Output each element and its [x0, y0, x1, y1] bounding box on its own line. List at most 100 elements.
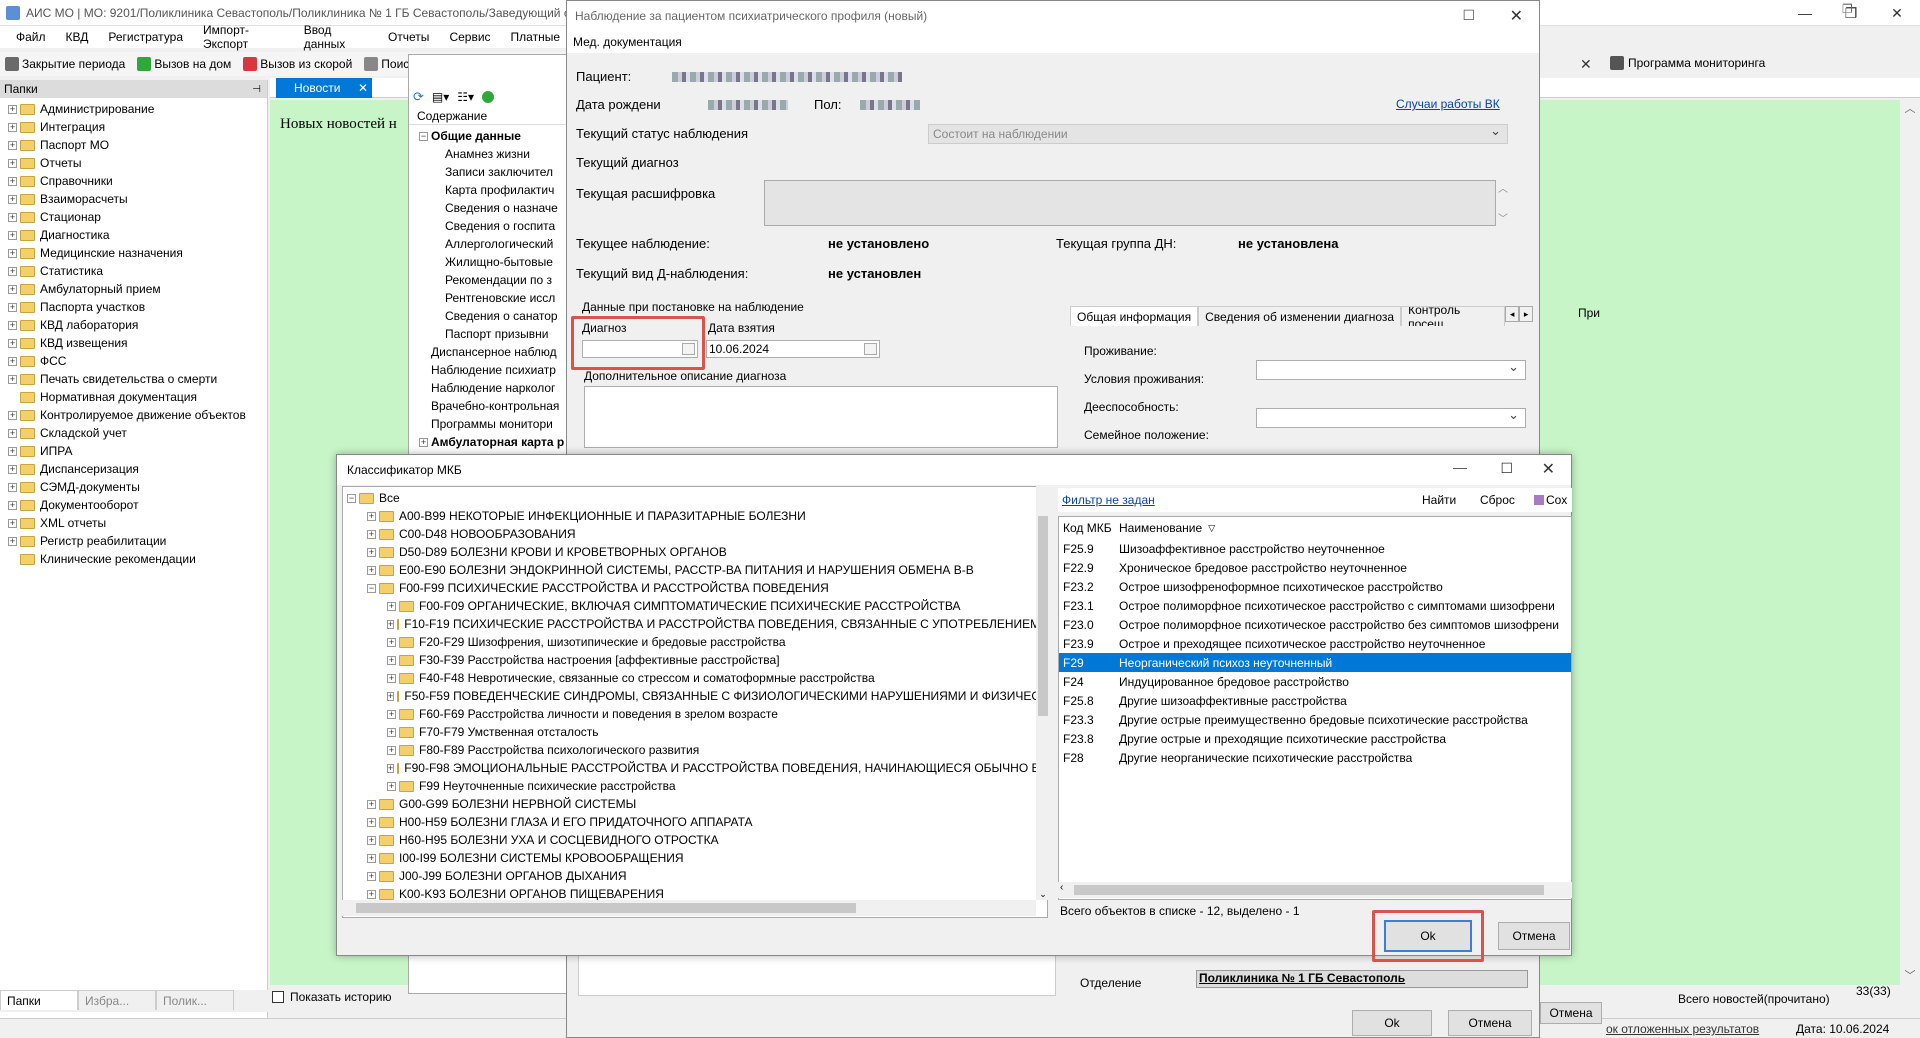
content-tree-item[interactable]: Рекомендации по з [419, 271, 567, 289]
expand-icon[interactable]: + [8, 122, 17, 132]
content-tree-item[interactable]: Наблюдение психиатр [419, 361, 567, 379]
tab-visit-control[interactable]: Контроль посещ [1401, 306, 1506, 326]
mkb-tree-item[interactable]: + F80-F89 Расстройства психологического р… [347, 741, 1047, 759]
pin-icon[interactable]: ⊣ [252, 84, 261, 95]
folder-item[interactable]: + Контролируемое движение объектов [8, 406, 267, 424]
mkb-list-hscroll[interactable]: ‹ [1058, 882, 1572, 898]
behind-cancel-button[interactable]: Отмена [1540, 1002, 1602, 1024]
mkb-tree-item[interactable]: + F40-F48 Невротические, связанные со стр… [347, 669, 1047, 687]
expand-icon[interactable]: + [387, 637, 396, 647]
right-field-select[interactable] [1256, 407, 1526, 428]
monitoring-program-button[interactable]: Программа мониторинга [1610, 56, 1765, 70]
mkb-tree-item[interactable]: + F90-F98 ЭМОЦИОНАЛЬНЫЕ РАССТРОЙСТВА И РА… [347, 759, 1047, 777]
expand-icon[interactable]: + [387, 655, 396, 665]
info-icon[interactable] [482, 91, 495, 103]
folder-item[interactable]: + Отчеты [8, 154, 267, 172]
mkb-list-scroll-left-icon[interactable]: ‹ [1060, 882, 1063, 893]
expand-icon[interactable]: − [367, 583, 376, 593]
scroll-down-icon[interactable]: ﹀ [1900, 967, 1920, 983]
menu-item[interactable]: Файл [6, 30, 56, 44]
folder-item[interactable]: + Регистр реабилитации [8, 532, 267, 550]
mkb-cancel-button[interactable]: Отмена [1498, 922, 1570, 950]
mkb-tree-item[interactable]: + A00-B99 НЕКОТОРЫЕ ИНФЕКЦИОННЫЕ И ПАРАЗИ… [347, 507, 1047, 525]
col-name-header[interactable]: Наименование ▽ [1119, 521, 1215, 535]
main-window-restore-icon[interactable]: ❐ [1842, 2, 1853, 16]
close-icon[interactable]: ✕ [1874, 0, 1920, 26]
mkb-tree-item[interactable]: + H60-H95 БОЛЕЗНИ УХА И СОСЦЕВИДНОГО ОТРО… [347, 831, 1047, 849]
folder-item[interactable]: + Диспансеризация [8, 460, 267, 478]
expand-icon[interactable]: + [387, 781, 396, 791]
tab-polyclinic[interactable]: Полик... [156, 990, 234, 1010]
mkb-tree-item[interactable]: + F70-F79 Умственная отсталость [347, 723, 1047, 741]
expand-icon[interactable]: + [367, 835, 376, 845]
date-input[interactable]: 10.06.2024 [706, 340, 880, 358]
col-code-header[interactable]: Код МКБ [1059, 521, 1119, 535]
content-tree-item[interactable]: Паспорт призывни [419, 325, 567, 343]
content-tree-item[interactable]: Записи заключител [419, 163, 567, 181]
news-scrollbar[interactable]: ︿ ﹀ [1900, 100, 1920, 985]
filter-link[interactable]: Фильтр не задан [1058, 493, 1155, 507]
content-tree-item[interactable]: Сведения о госпита [419, 217, 567, 235]
mkb-tree-item[interactable]: + H00-H59 БОЛЕЗНИ ГЛАЗА И ЕГО ПРИДАТОЧНОГ… [347, 813, 1047, 831]
expand-icon[interactable]: + [8, 176, 17, 186]
mkb-list-row[interactable]: F22.9 Хроническое бредовое расстройство н… [1059, 558, 1571, 577]
menu-item[interactable]: Платные [501, 30, 570, 44]
expand-icon[interactable]: + [8, 410, 17, 420]
folder-item[interactable]: + Справочники [8, 172, 267, 190]
find-button[interactable]: Найти [1422, 493, 1456, 507]
expand-icon[interactable]: + [367, 853, 376, 863]
mkb-tree-item[interactable]: + I00-I99 БОЛЕЗНИ СИСТЕМЫ КРОВООБРАЩЕНИЯ [347, 849, 1047, 867]
expand-icon[interactable]: + [8, 140, 17, 150]
right-field-select[interactable] [1256, 359, 1526, 380]
expand-icon[interactable]: + [8, 338, 17, 348]
mkb-list-row[interactable]: F23.2 Острое шизофреноформное психотическ… [1059, 577, 1571, 596]
expand-icon[interactable]: + [8, 518, 17, 528]
folder-item[interactable]: + Амбулаторный прием [8, 280, 267, 298]
expand-icon[interactable]: + [8, 356, 17, 366]
refresh-icon[interactable]: ⟳ [413, 89, 424, 105]
content-tree-item[interactable]: Программы монитори [419, 415, 567, 433]
mkb-tree-scroll-down-icon[interactable]: ⌄ [1036, 889, 1050, 900]
mkb-tree-item[interactable]: + D50-D89 БОЛЕЗНИ КРОВИ И КРОВЕТВОРНЫХ ОР… [347, 543, 1047, 561]
expand-icon[interactable]: + [8, 302, 17, 312]
observation-ok-button[interactable]: Ok [1352, 1010, 1432, 1036]
folder-item[interactable]: + КВД лаборатория [8, 316, 267, 334]
expand-icon[interactable]: + [367, 529, 376, 539]
expand-icon[interactable]: + [367, 565, 376, 575]
expand-icon[interactable]: + [8, 374, 17, 384]
expand-icon[interactable]: + [387, 619, 395, 629]
save-button[interactable]: Сох [1534, 493, 1567, 507]
folder-item[interactable]: + ФСС [8, 352, 267, 370]
tab-folders[interactable]: Папки [0, 990, 78, 1010]
content-tree-item[interactable]: − Общие данные [419, 127, 567, 145]
folder-item[interactable]: + Стационар [8, 208, 267, 226]
calendar-picker-icon[interactable] [864, 343, 877, 355]
folder-item[interactable]: + Диагностика [8, 226, 267, 244]
folder-item[interactable]: + ИПРА [8, 442, 267, 460]
mkb-tree-item[interactable]: + F30-F39 Расстройства настроения [аффект… [347, 651, 1047, 669]
expand-icon[interactable]: + [367, 871, 376, 881]
expand-icon[interactable]: + [8, 446, 17, 456]
tree-options-icon[interactable]: ☷▾ [457, 90, 474, 104]
expand-icon[interactable]: + [8, 158, 17, 168]
expand-icon[interactable]: + [367, 817, 376, 827]
tab-scroll-left-icon[interactable]: ◂ [1505, 306, 1520, 322]
content-tree-item[interactable]: Рентгеновские иссл [419, 289, 567, 307]
mkb-tree-item[interactable]: − F00-F99 ПСИХИЧЕСКИЕ РАССТРОЙСТВА И РАСС… [347, 579, 1047, 597]
mkb-list-row[interactable]: F23.1 Острое полиморфное психотическое ра… [1059, 596, 1571, 615]
tab-general-info[interactable]: Общая информация [1070, 306, 1199, 326]
folder-item[interactable]: + СЭМД-документы [8, 478, 267, 496]
news-tab[interactable]: Новости ✕ [276, 78, 372, 98]
content-tree-item[interactable]: Сведения о назначе [419, 199, 567, 217]
mkb-tree-scroll-thumb[interactable] [1038, 516, 1048, 716]
decode-scroll-down-icon[interactable]: ﹀ [1498, 210, 1508, 225]
expand-icon[interactable]: + [8, 320, 17, 330]
content-tree-item[interactable]: Наблюдение нарколог [419, 379, 567, 397]
mkb-ok-button[interactable]: Ok [1384, 920, 1472, 952]
expand-icon[interactable]: + [387, 601, 396, 611]
scroll-up-icon[interactable]: ︿ [1900, 100, 1920, 116]
folder-item[interactable]: + Интеграция [8, 118, 267, 136]
expand-icon[interactable]: + [8, 284, 17, 294]
mkb-tree-item[interactable]: + C00-D48 НОВООБРАЗОВАНИЯ [347, 525, 1047, 543]
content-tree-item[interactable]: Жилищно-бытовые [419, 253, 567, 271]
